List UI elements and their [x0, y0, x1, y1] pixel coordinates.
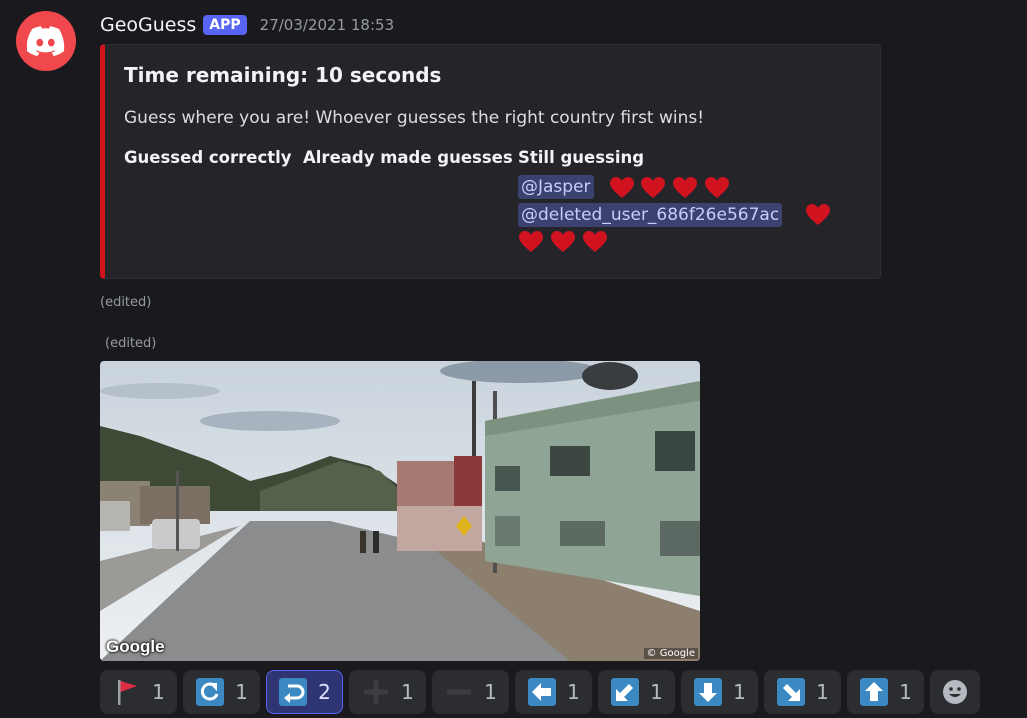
reaction-count: 1	[650, 680, 663, 704]
discord-logo-icon	[27, 26, 65, 56]
reaction-count: 1	[235, 680, 248, 704]
message-header: GeoGuess APP 27/03/2021 18:53	[100, 11, 394, 39]
reaction-count: 1	[899, 680, 912, 704]
reaction-count: 2	[318, 680, 331, 704]
arrow-up-icon	[860, 678, 889, 706]
arrow-down-left-icon	[611, 678, 640, 706]
reaction-count: 1	[152, 680, 165, 704]
edited-label: (edited)	[100, 295, 152, 310]
edited-label: (edited)	[105, 336, 157, 351]
street-view-photo	[100, 361, 700, 661]
arrow-down-right-icon	[777, 678, 806, 706]
reaction-count: 1	[401, 680, 414, 704]
reaction-count: 1	[733, 680, 746, 704]
reaction-arrow-clockwise[interactable]: 1	[183, 670, 260, 714]
heart-icon	[519, 231, 543, 252]
reaction-arrow-return[interactable]: 2	[266, 670, 343, 714]
arrow-down-icon	[694, 678, 723, 706]
reaction-count: 1	[567, 680, 580, 704]
message-timestamp: 27/03/2021 18:53	[259, 16, 395, 34]
smiley-icon	[943, 680, 967, 704]
plus-icon	[364, 680, 389, 704]
embed-title: Time remaining: 10 seconds	[124, 63, 442, 87]
google-logo: Google	[106, 637, 165, 656]
app-badge: APP	[203, 15, 247, 35]
author-name[interactable]: GeoGuess	[100, 14, 196, 36]
heart-icon	[551, 231, 575, 252]
avatar[interactable]	[16, 11, 76, 71]
red-flag-icon	[118, 680, 138, 705]
field-guessed-correctly: Guessed correctly	[124, 148, 292, 167]
heart-icon	[673, 177, 697, 198]
street-view-image[interactable]: Google © Google	[100, 361, 700, 661]
heart-icon	[610, 177, 634, 198]
add-reaction-button[interactable]	[930, 670, 980, 714]
reaction-bar: 1 1 2 1 1 1 1 1 1 1	[100, 670, 980, 714]
reaction-arrow-down[interactable]: 1	[681, 670, 758, 714]
heart-icon	[705, 177, 729, 198]
reaction-arrow-up[interactable]: 1	[847, 670, 924, 714]
arrow-clockwise-icon	[196, 678, 225, 706]
google-copyright: © Google	[643, 648, 698, 659]
field-still-guessing: Still guessing	[518, 148, 645, 167]
reaction-count: 1	[816, 680, 829, 704]
heart-icon	[583, 231, 607, 252]
embed-description: Guess where you are! Whoever guesses the…	[124, 108, 705, 128]
reaction-arrow-down-right[interactable]: 1	[764, 670, 841, 714]
reaction-plus[interactable]: 1	[349, 670, 426, 714]
arrow-return-icon	[279, 678, 308, 706]
mention-deleted-user[interactable]: @deleted_user_686f26e567ac	[518, 203, 783, 227]
minus-icon	[447, 689, 472, 695]
reaction-red-flag[interactable]: 1	[100, 670, 177, 714]
heart-icon	[641, 177, 665, 198]
reaction-arrow-down-left[interactable]: 1	[598, 670, 675, 714]
mention-jasper[interactable]: @Jasper	[518, 175, 594, 199]
arrow-left-icon	[528, 678, 557, 706]
reaction-minus[interactable]: 1	[432, 670, 509, 714]
field-already-guessed: Already made guesses	[303, 148, 513, 167]
heart-icon	[806, 204, 830, 225]
reaction-count: 1	[484, 680, 497, 704]
reaction-arrow-left[interactable]: 1	[515, 670, 592, 714]
embed-card: Time remaining: 10 seconds Guess where y…	[100, 44, 881, 279]
